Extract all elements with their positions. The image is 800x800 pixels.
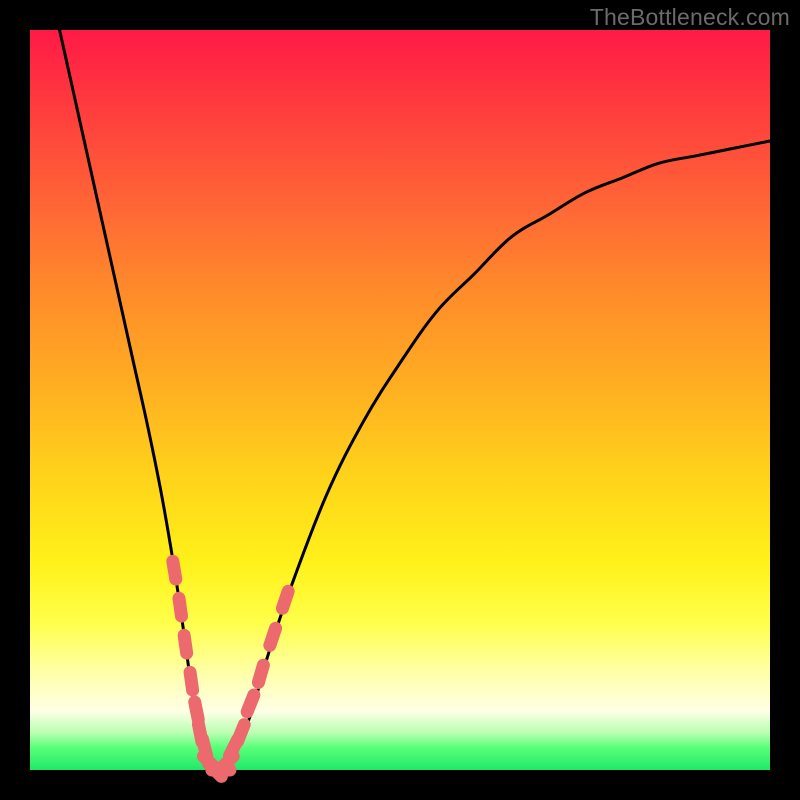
curve-marker	[190, 672, 193, 690]
curve-marker	[238, 725, 245, 742]
curve-marker	[173, 561, 176, 579]
curve-markers	[173, 561, 288, 776]
curve-marker	[184, 635, 187, 653]
chart-frame: TheBottleneck.com	[0, 0, 800, 800]
watermark-text: TheBottleneck.com	[590, 4, 790, 31]
curve-marker	[195, 702, 199, 720]
bottleneck-curve	[60, 30, 770, 771]
curve-path	[60, 30, 770, 771]
chart-plot-area	[30, 30, 770, 770]
chart-svg	[30, 30, 770, 770]
curve-marker	[247, 695, 254, 712]
curve-marker	[270, 628, 276, 645]
curve-marker	[179, 598, 182, 616]
curve-marker	[258, 665, 263, 682]
curve-marker	[282, 591, 288, 608]
